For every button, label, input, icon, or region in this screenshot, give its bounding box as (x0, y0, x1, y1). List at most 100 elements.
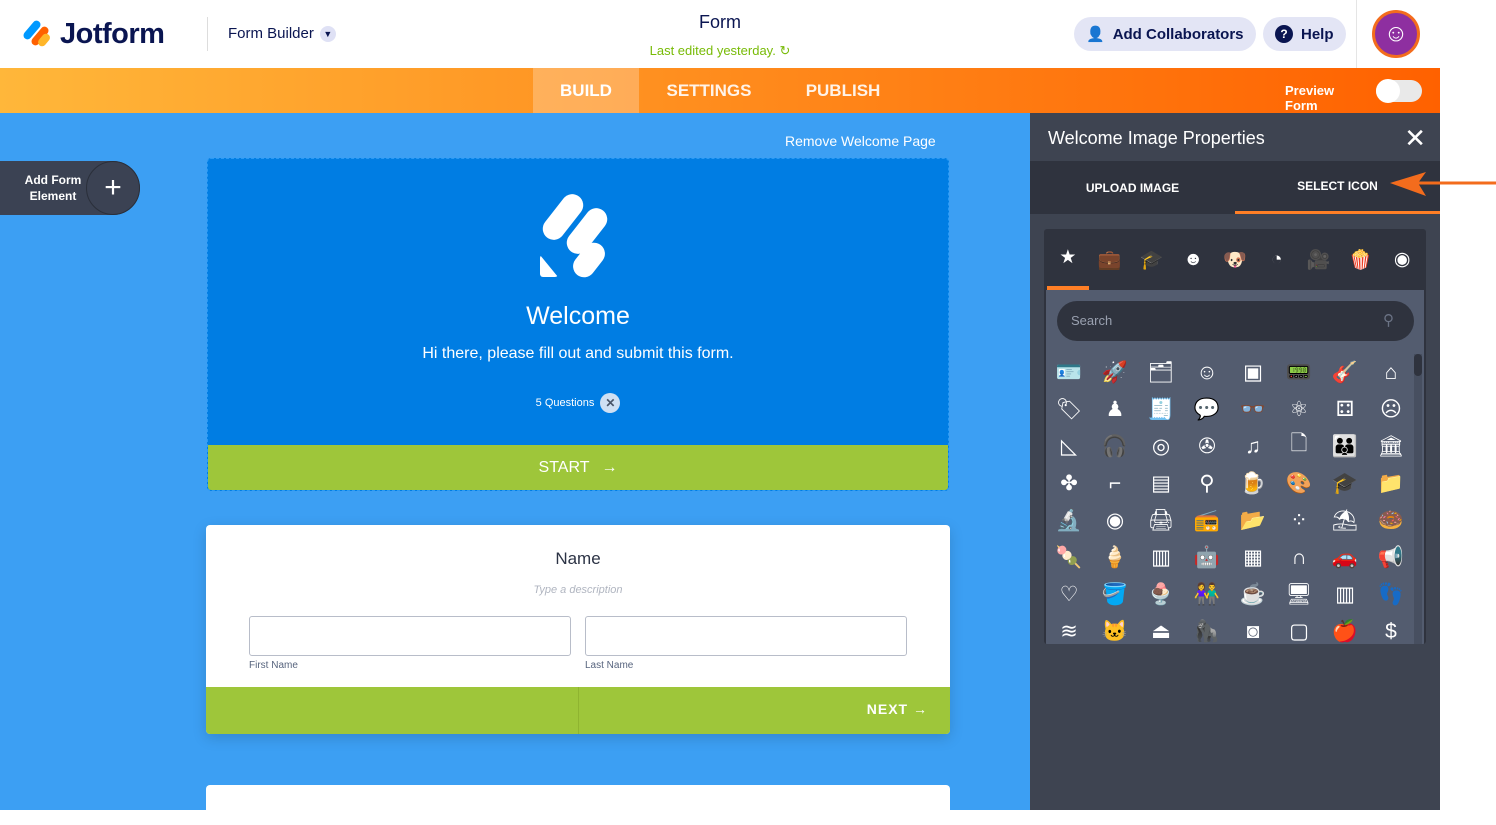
category-pacman-icon[interactable]: ◔ (1256, 229, 1298, 290)
vinyl-icon[interactable]: ◎ (1138, 428, 1184, 465)
microscope-icon[interactable]: 🔬 (1046, 502, 1092, 539)
rocket-icon[interactable]: 🚀 (1092, 354, 1138, 391)
tab-settings[interactable]: SETTINGS (650, 68, 768, 113)
apple-icon[interactable]: 🍎 (1322, 613, 1368, 644)
glasses-icon[interactable]: 👓 (1230, 391, 1276, 428)
ice-cream-icon[interactable]: 🍨 (1138, 576, 1184, 613)
start-button[interactable]: START → (208, 445, 948, 490)
first-name-input[interactable] (249, 616, 571, 656)
name-question-card[interactable]: Name Type a description First Name Last … (206, 525, 950, 734)
astronaut-icon[interactable]: ♟ (1092, 391, 1138, 428)
id-card-icon[interactable]: ▣ (1230, 354, 1276, 391)
footprint-icon[interactable]: 👣 (1368, 576, 1414, 613)
waves-icon[interactable]: ≋ (1046, 613, 1092, 644)
category-eye-icon[interactable]: ◉ (1381, 229, 1423, 290)
category-briefcase-icon[interactable]: 💼 (1089, 229, 1131, 290)
add-collaborators-button[interactable]: 👤 Add Collaborators (1074, 17, 1256, 51)
hearts-icon[interactable]: ♡ (1046, 576, 1092, 613)
family-icon[interactable]: 👪 (1322, 428, 1368, 465)
add-form-element-button[interactable]: Add Form Element + (0, 161, 140, 215)
smile-icon[interactable]: ☺ (1184, 354, 1230, 391)
category-star-icon[interactable]: ★ (1047, 229, 1089, 290)
welcome-page-card[interactable]: Welcome Hi there, please fill out and su… (207, 158, 949, 491)
next-question-card[interactable] (206, 785, 950, 825)
kettlebell-icon[interactable]: ⏏ (1138, 613, 1184, 644)
remove-welcome-page-link[interactable]: Remove Welcome Page (785, 133, 936, 149)
jump-rope-icon[interactable]: ∩ (1276, 539, 1322, 576)
cat-icon[interactable]: 🐱 (1092, 613, 1138, 644)
welcome-title[interactable]: Welcome (208, 302, 948, 331)
close-icon[interactable]: ✕ (600, 393, 621, 413)
beer-mug-icon[interactable]: 🍺 (1230, 465, 1276, 502)
mug-icon[interactable]: ☕ (1230, 576, 1276, 613)
browser-icon[interactable]: ▦ (1230, 539, 1276, 576)
computer-icon[interactable]: 🖥 (1276, 576, 1322, 613)
printer-icon[interactable]: 🖨 (1138, 502, 1184, 539)
tab-upload-image[interactable]: UPLOAD IMAGE (1030, 161, 1235, 214)
jotform-logo[interactable]: Jotform (20, 18, 165, 51)
help-button[interactable]: ? Help (1263, 17, 1346, 51)
graduation-cap-icon[interactable]: 🎓 (1322, 465, 1368, 502)
category-smiley-icon[interactable]: ☻ (1172, 229, 1214, 290)
film-reel-icon[interactable]: ✇ (1184, 428, 1230, 465)
avatar[interactable]: ☺ (1372, 10, 1420, 58)
welcome-image-icon[interactable] (538, 189, 618, 282)
icon-search-input[interactable]: Search (1057, 301, 1414, 341)
preview-form-toggle[interactable] (1376, 79, 1422, 103)
bucket-icon[interactable]: 🪣 (1092, 576, 1138, 613)
atom-icon[interactable]: ⚛ (1276, 391, 1322, 428)
next-button[interactable]: NEXT → (867, 701, 928, 717)
rattle-icon[interactable]: ⚲ (1184, 465, 1230, 502)
amplifier-icon[interactable]: 📻 (1184, 502, 1230, 539)
question-title[interactable]: Name (206, 549, 950, 569)
tab-publish[interactable]: PUBLISH (790, 68, 896, 113)
close-icon[interactable]: ✕ (1404, 123, 1426, 154)
guitar-icon[interactable]: 🎸 (1322, 354, 1368, 391)
safe-icon[interactable]: ◙ (1230, 613, 1276, 644)
category-graduation-cap-icon[interactable]: 🎓 (1131, 229, 1173, 290)
fidget-spinner-icon[interactable]: ✤ (1046, 465, 1092, 502)
welcome-subtitle[interactable]: Hi there, please fill out and submit thi… (208, 345, 948, 363)
domino-icon[interactable]: ⚃ (1322, 391, 1368, 428)
lamp-icon[interactable]: ⛱ (1322, 502, 1368, 539)
category-dog-icon[interactable]: 🐶 (1214, 229, 1256, 290)
headphones-icon[interactable]: 🎧 (1092, 428, 1138, 465)
category-video-camera-icon[interactable]: 🎥 (1298, 229, 1340, 290)
devil-icon[interactable]: ☹ (1368, 391, 1414, 428)
form-builder-dropdown[interactable]: Form Builder ▼ (228, 25, 336, 42)
scrollbar[interactable] (1414, 354, 1422, 644)
tab-build[interactable]: BUILD (533, 68, 639, 113)
id-badge-icon[interactable]: 🪪 (1046, 354, 1092, 391)
form-title[interactable]: Form (620, 12, 820, 33)
donut-icon[interactable]: 🍩 (1368, 502, 1414, 539)
ice-pop-icon[interactable]: 🍦 (1092, 539, 1138, 576)
hanger-icon[interactable]: ⌂ (1368, 354, 1414, 391)
last-name-input[interactable] (585, 616, 907, 656)
walkie-talkie-icon[interactable]: 📟 (1276, 354, 1322, 391)
scrollbar-thumb[interactable] (1414, 354, 1422, 376)
folder-upload-icon[interactable]: 📂 (1230, 502, 1276, 539)
folders-icon[interactable]: 🗂 (1138, 354, 1184, 391)
bank-icon[interactable]: 🏛 (1368, 428, 1414, 465)
car-icon[interactable]: 🚗 (1322, 539, 1368, 576)
barcode-receipt-icon[interactable]: ▥ (1322, 576, 1368, 613)
last-edited[interactable]: Last edited yesterday. ↻ (600, 43, 840, 59)
boomerang-icon[interactable]: ⌐ (1092, 465, 1138, 502)
popsicle-icon[interactable]: 🍡 (1046, 539, 1092, 576)
speech-bubble-icon[interactable]: 💬 (1184, 391, 1230, 428)
sail-icon[interactable]: ◺ (1046, 428, 1092, 465)
receipt-icon[interactable]: 🧾 (1138, 391, 1184, 428)
palette-icon[interactable]: 🎨 (1276, 465, 1322, 502)
question-description[interactable]: Type a description (206, 584, 950, 596)
font-file-icon[interactable]: 🗋 (1276, 428, 1322, 465)
folder-icon[interactable]: 📁 (1368, 465, 1414, 502)
necklace-icon[interactable]: ⁘ (1276, 502, 1322, 539)
ring-icon[interactable]: ◉ (1092, 502, 1138, 539)
tag-icon[interactable]: 🏷 (1046, 391, 1092, 428)
music-note-icon[interactable]: ♫ (1230, 428, 1276, 465)
frame-icon[interactable]: ▢ (1276, 613, 1322, 644)
sim-card-icon[interactable]: ▤ (1138, 465, 1184, 502)
gorilla-icon[interactable]: 🦍 (1184, 613, 1230, 644)
robot-icon[interactable]: 🤖 (1184, 539, 1230, 576)
twins-icon[interactable]: 👫 (1184, 576, 1230, 613)
